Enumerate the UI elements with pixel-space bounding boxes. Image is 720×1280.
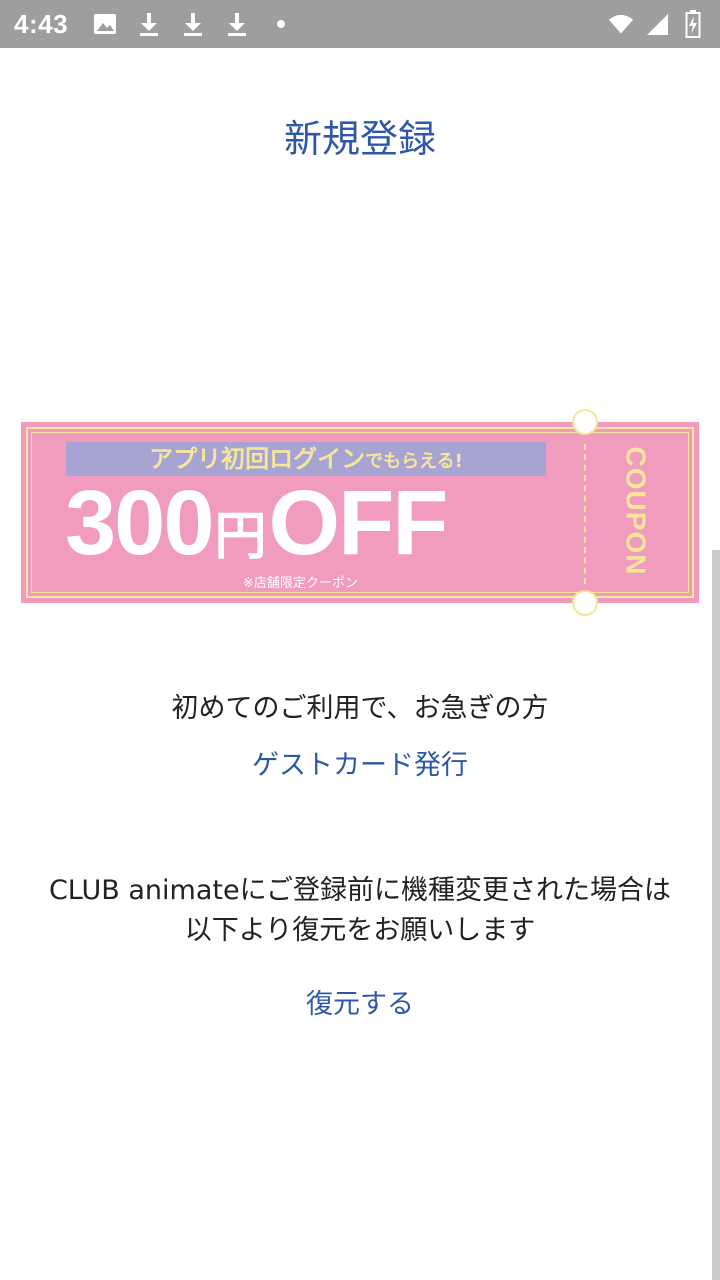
banner-off: OFF: [268, 472, 449, 574]
coupon-banner[interactable]: アプリ初回ログインでもらえる! 300円OFF ※店舗限定クーポン COUPON: [21, 409, 699, 616]
battery-icon: [680, 10, 706, 38]
restore-description-line1: CLUB animateにご登録前に機種変更された場合は: [48, 875, 672, 906]
banner-coupon-text: COUPON: [620, 446, 651, 576]
status-left-group: 4:43: [14, 9, 294, 40]
banner-note: ※店舗限定クーポン: [243, 576, 358, 591]
wifi-icon: [608, 11, 634, 37]
status-time: 4:43: [14, 8, 69, 39]
banner-perforation: [584, 444, 586, 584]
banner-notch-bottom: [572, 590, 598, 616]
dot-icon: [268, 11, 294, 37]
banner-coupon-label: COUPON: [615, 446, 655, 576]
page-title: 新規登録: [283, 117, 436, 161]
banner-notch-top: [572, 409, 598, 435]
download-icon: [180, 11, 206, 37]
cell-signal-icon: [644, 11, 670, 37]
status-right-group: [608, 10, 706, 38]
banner-strip-suffix: でもらえる!: [365, 451, 463, 472]
banner-currency: 円: [214, 507, 267, 567]
banner-strip-main: アプリ初回ログイン: [149, 445, 366, 473]
banner-amount: 300: [65, 472, 214, 574]
banner-discount: 300円OFF: [65, 477, 448, 569]
image-icon: [92, 11, 118, 37]
download-icon: [224, 11, 250, 37]
banner-strip-text: アプリ初回ログインでもらえる!: [66, 442, 546, 476]
status-bar: 4:43: [0, 0, 720, 48]
scrollbar[interactable]: [712, 550, 720, 1280]
download-icon: [136, 11, 162, 37]
restore-description-line2: 以下より復元をお願いします: [184, 915, 536, 946]
restore-link[interactable]: 復元する: [0, 982, 720, 1021]
guest-description: 初めてのご利用で、お急ぎの方: [171, 693, 549, 724]
guest-card-link[interactable]: ゲストカード発行: [0, 743, 720, 782]
